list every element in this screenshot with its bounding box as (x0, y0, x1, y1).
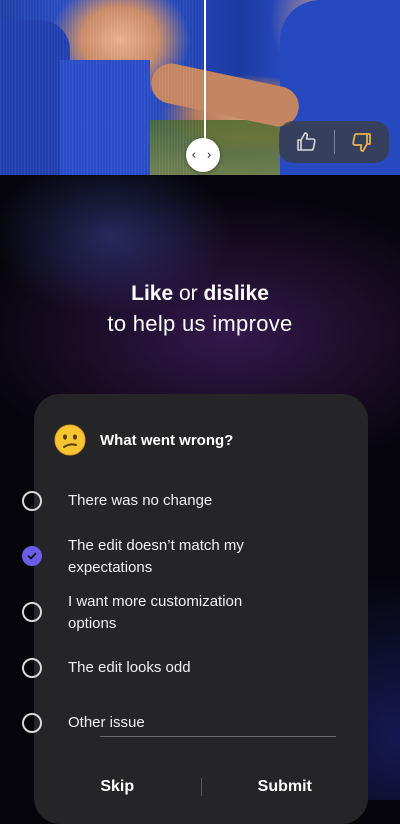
radio-button[interactable] (22, 713, 42, 733)
rating-pill (279, 121, 389, 163)
thumbs-up-icon (297, 132, 316, 151)
compare-divider-line[interactable] (204, 0, 206, 155)
skip-button[interactable]: Skip (34, 778, 201, 796)
option-label: Other issue (68, 714, 145, 731)
other-issue-input-underline[interactable] (100, 736, 336, 737)
radio-button[interactable] (22, 491, 42, 511)
option-label: The edit looks odd (68, 659, 191, 676)
radio-button[interactable] (22, 602, 42, 622)
headline-like: Like (131, 282, 174, 305)
option-looks-odd[interactable]: The edit looks odd (22, 657, 322, 679)
radio-button[interactable] (22, 658, 42, 678)
option-other-issue[interactable]: Other issue (22, 712, 322, 734)
headline-line2: to help us improve (107, 311, 293, 336)
feedback-title: What went wrong? (100, 431, 234, 449)
compare-arrows-icon: ‹ › (191, 147, 215, 163)
confused-face-icon (54, 424, 86, 456)
feedback-header: What went wrong? (54, 424, 233, 456)
option-label: I want more customization options (68, 593, 243, 632)
submit-button[interactable]: Submit (202, 778, 369, 796)
option-no-change[interactable]: There was no change (22, 490, 322, 512)
radio-button-checked[interactable] (22, 546, 42, 566)
thumbs-up-button[interactable] (279, 121, 334, 163)
option-label: The edit doesn’t match my expectations (68, 537, 244, 576)
headline-line1: Like or dislike (0, 280, 400, 308)
option-not-match-expectations[interactable]: The edit doesn’t match my expectations (22, 535, 322, 579)
thumbs-down-button[interactable] (335, 121, 390, 163)
headline-dislike: dislike (203, 282, 269, 305)
photo-original-side (0, 0, 205, 175)
action-bar: Skip Submit (34, 772, 368, 802)
headline-or: or (173, 282, 204, 305)
checkmark-icon (27, 552, 37, 560)
thumbs-down-icon (352, 133, 371, 152)
option-label: There was no change (68, 492, 213, 509)
compare-slider-handle[interactable]: ‹ › (186, 138, 220, 172)
option-more-customization[interactable]: I want more customization options (22, 591, 322, 635)
headline: Like or dislike to help us improve (0, 280, 400, 340)
